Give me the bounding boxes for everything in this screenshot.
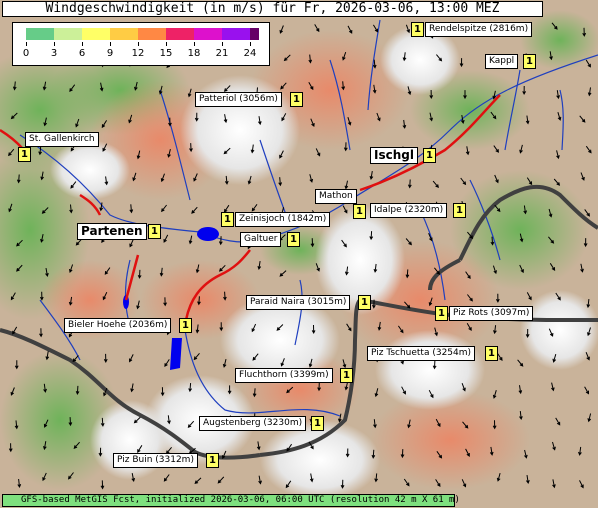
wind-map: Windgeschwindigkeit (in m/s) für Fr, 202…	[0, 0, 598, 508]
legend-tick-label: 21	[215, 48, 229, 59]
place-marker-badge[interactable]: 1	[206, 453, 219, 468]
place-label-piz-rots[interactable]: Piz Rots (3097m)	[449, 306, 534, 321]
place-marker-badge[interactable]: 1	[18, 147, 31, 162]
place-label-paraid-naira[interactable]: Paraid Naira (3015m)	[246, 295, 351, 310]
legend-tick-mark	[54, 42, 55, 46]
legend-tick-mark	[194, 42, 195, 46]
place-marker-badge[interactable]: 1	[287, 232, 300, 247]
place-marker-badge[interactable]: 1	[453, 203, 466, 218]
place-marker-badge[interactable]: 1	[358, 295, 371, 310]
place-marker-badge[interactable]: 1	[353, 204, 366, 219]
legend-swatch-12-15	[138, 28, 166, 40]
place-label-fluchthorn[interactable]: Fluchthorn (3399m)	[235, 368, 333, 383]
place-label-piz-tschuetta[interactable]: Piz Tschuetta (3254m)	[367, 346, 476, 361]
legend-tick-label: 12	[131, 48, 145, 59]
place-marker-badge[interactable]: 1	[290, 92, 303, 107]
legend-swatch-9-12	[110, 28, 138, 40]
legend-swatch-6-9	[82, 28, 110, 40]
legend-swatch-18-21	[194, 28, 222, 40]
place-marker-badge[interactable]: 1	[435, 306, 448, 321]
place-marker-badge[interactable]: 1	[148, 224, 161, 239]
wind-speed-legend: 0 3 6 9 12 15 18 21 24	[12, 22, 270, 66]
place-label-st-gallenkirch[interactable]: St. Gallenkirch	[25, 132, 99, 147]
legend-tick-label: 15	[159, 48, 173, 59]
place-label-ischgl[interactable]: Ischgl	[370, 147, 418, 164]
legend-tick-label: 6	[78, 48, 86, 59]
place-marker-badge[interactable]: 1	[221, 212, 234, 227]
legend-tick-label: 3	[50, 48, 58, 59]
place-label-patteriol[interactable]: Patteriol (3056m)	[195, 92, 282, 107]
legend-swatch-3-6	[54, 28, 82, 40]
place-label-idalpe[interactable]: Idalpe (2320m)	[370, 203, 448, 218]
place-marker-badge[interactable]: 1	[179, 318, 192, 333]
place-marker-badge[interactable]: 1	[411, 22, 424, 37]
legend-tick-mark	[82, 42, 83, 46]
legend-tick-mark	[222, 42, 223, 46]
place-marker-badge[interactable]: 1	[340, 368, 353, 383]
legend-tick-label: 24	[243, 48, 257, 59]
place-marker-badge[interactable]: 1	[485, 346, 498, 361]
legend-tick-mark	[138, 42, 139, 46]
place-label-rendelspitze[interactable]: Rendelspitze (2816m)	[425, 22, 533, 37]
legend-color-ramp	[26, 28, 259, 40]
legend-tick-label: 0	[22, 48, 30, 59]
forecast-footer: GFS-based MetGIS Fcst, initialized 2026-…	[2, 494, 460, 507]
legend-tick-mark	[26, 42, 27, 46]
place-label-piz-buin[interactable]: Piz Buin (3312m)	[113, 453, 198, 468]
place-label-galtuer[interactable]: Galtuer	[240, 232, 282, 247]
legend-swatch-15-18	[166, 28, 194, 40]
legend-swatch-21-24	[222, 28, 250, 40]
place-marker-badge[interactable]: 1	[423, 148, 436, 163]
legend-swatch-24-plus	[250, 28, 259, 40]
legend-swatch-0-3	[26, 28, 54, 40]
place-label-kappl[interactable]: Kappl	[485, 54, 519, 69]
place-marker-badge[interactable]: 1	[523, 54, 536, 69]
place-label-mathon[interactable]: Mathon	[315, 189, 357, 204]
map-title: Windgeschwindigkeit (in m/s) für Fr, 202…	[2, 1, 543, 17]
place-label-augstenberg[interactable]: Augstenberg (3230m)	[199, 416, 307, 431]
terrain-map	[0, 0, 598, 508]
place-label-bieler-hoehe[interactable]: Bieler Hoehe (2036m)	[64, 318, 172, 333]
legend-tick-label: 18	[187, 48, 201, 59]
legend-tick-mark	[166, 42, 167, 46]
legend-tick-label: 9	[106, 48, 114, 59]
legend-tick-mark	[250, 42, 251, 46]
place-label-zeinisjoch[interactable]: Zeinisjoch (1842m)	[235, 212, 331, 227]
place-marker-badge[interactable]: 1	[311, 416, 324, 431]
place-label-partenen[interactable]: Partenen	[77, 223, 147, 240]
legend-tick-mark	[110, 42, 111, 46]
